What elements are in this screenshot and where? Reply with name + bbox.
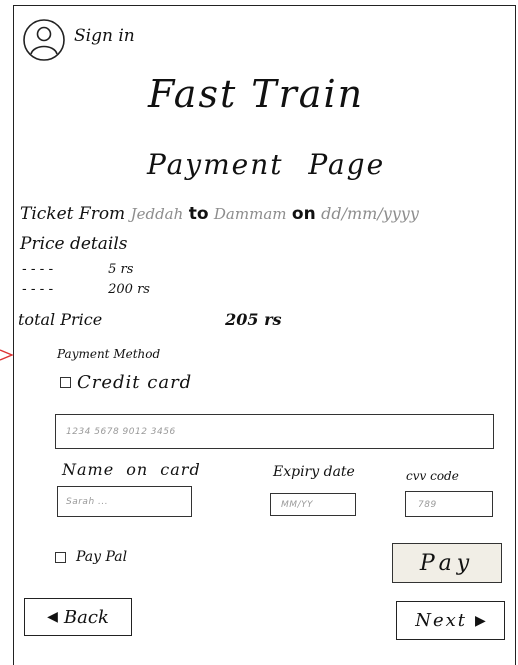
sign-in-link[interactable]: Sign in [22,18,135,62]
price-line: - - - - 5 rs [22,262,133,277]
next-button[interactable]: Next ▶ [396,601,505,640]
user-avatar-icon [23,19,65,61]
to-label: to [188,204,209,224]
next-arrow-icon: ▶ [475,612,486,629]
credit-card-label: Credit card [77,372,193,393]
next-button-label: Next [415,610,467,631]
travel-date: dd/mm/yyyy [321,204,419,223]
expiry-placeholder: MM/YY [281,500,314,510]
expiry-date-label: Expiry date [273,464,355,480]
total-price-label: total Price [18,310,103,329]
total-price-value: 205 rs [225,310,282,329]
back-button-label: Back [63,606,109,628]
cvv-placeholder: 789 [418,500,437,510]
page-title: Payment Page [147,148,386,181]
pay-button[interactable]: Pay [392,543,502,583]
paypal-option[interactable]: Pay Pal [55,549,127,565]
price-line-value: 200 rs [108,282,150,297]
card-number-placeholder: 1234 5678 9012 3456 [66,427,176,437]
name-on-card-input[interactable]: Sarah ... [57,486,192,517]
pay-button-label: Pay [419,550,475,576]
ticket-from-label: Ticket From [20,204,126,224]
sign-in-label: Sign in [74,26,135,46]
credit-card-option[interactable]: Credit card [60,372,192,393]
price-line-label: - - - - [22,262,54,277]
app-title: Fast Train [148,72,365,116]
name-on-card-label: Name on card [62,460,201,479]
total-price-row: total Price 205 rs [18,310,282,329]
price-line-label: - - - - [22,282,54,297]
ticket-route-line: Ticket From Jeddah to Dammam on dd/mm/yy… [20,204,419,224]
paypal-label: Pay Pal [76,549,128,565]
card-number-input[interactable]: 1234 5678 9012 3456 [55,414,494,449]
annotation-arrow-icon [0,349,14,361]
cvv-code-input[interactable]: 789 [405,491,493,517]
destination-city: Dammam [213,205,287,223]
origin-city: Jeddah [130,205,184,223]
cvv-code-label: cvv code [406,469,459,483]
on-label: on [291,204,316,224]
payment-method-label: Payment Method [57,347,161,361]
name-placeholder: Sarah ... [66,497,109,507]
back-button[interactable]: ◀ Back [24,598,132,636]
credit-card-checkbox[interactable] [60,377,71,388]
price-line: - - - - 200 rs [22,282,150,297]
expiry-date-input[interactable]: MM/YY [270,493,356,516]
price-line-value: 5 rs [108,262,134,277]
price-details-heading: Price details [20,234,128,254]
back-arrow-icon: ◀ [47,609,58,625]
paypal-checkbox[interactable] [55,551,66,563]
